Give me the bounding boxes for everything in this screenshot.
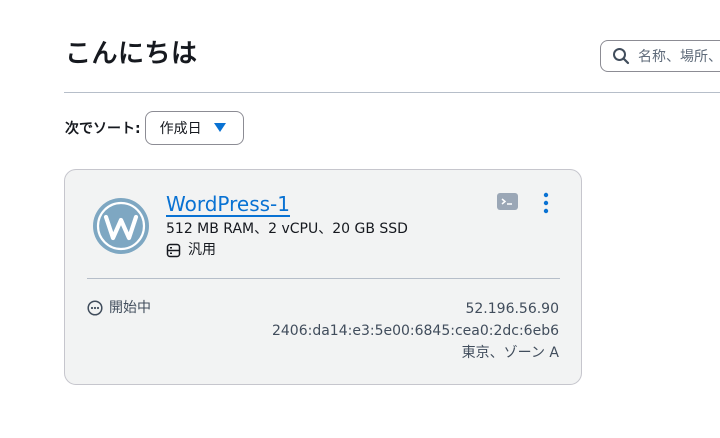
ipv6-address: 2406:da14:e3:5e00:6845:cea0:2dc:6eb6	[271, 323, 559, 339]
instance-card: WordPress-1 512 MB RAM、2 vCPU、20 GB SSD …	[64, 169, 582, 385]
wordpress-logo	[93, 198, 149, 254]
caret-down-icon	[213, 123, 226, 132]
search-input[interactable]: 名称、場所、	[600, 40, 720, 72]
header-divider	[64, 92, 720, 93]
sort-label: 次でソート:	[65, 121, 141, 137]
search-icon	[613, 48, 630, 65]
terminal-icon[interactable]	[497, 193, 518, 210]
instance-name-link[interactable]: WordPress-1	[166, 191, 290, 217]
pending-icon	[87, 300, 103, 316]
search-placeholder: 名称、場所、	[638, 49, 720, 65]
chip-icon	[166, 243, 181, 257]
instance-location: 東京、ゾーン A	[461, 345, 559, 361]
card-divider	[87, 278, 560, 279]
instance-type: 汎用	[166, 240, 216, 260]
network-info: 52.196.56.90 2406:da14:e3:5e00:6845:cea0…	[272, 298, 559, 364]
sort-select[interactable]: 作成日	[144, 111, 244, 145]
page-title: こんにちは	[65, 39, 198, 69]
sort-selected-value: 作成日	[159, 121, 202, 137]
ipv4-address: 52.196.56.90	[465, 301, 559, 317]
instance-specs: 512 MB RAM、2 vCPU、20 GB SSD	[166, 221, 408, 237]
sort-row: 次でソート: 作成日	[65, 111, 244, 145]
instance-type-label: 汎用	[188, 242, 216, 258]
more-options-icon[interactable]	[541, 192, 551, 214]
status-label: 開始中	[109, 300, 151, 316]
status-indicator: 開始中	[87, 298, 151, 318]
